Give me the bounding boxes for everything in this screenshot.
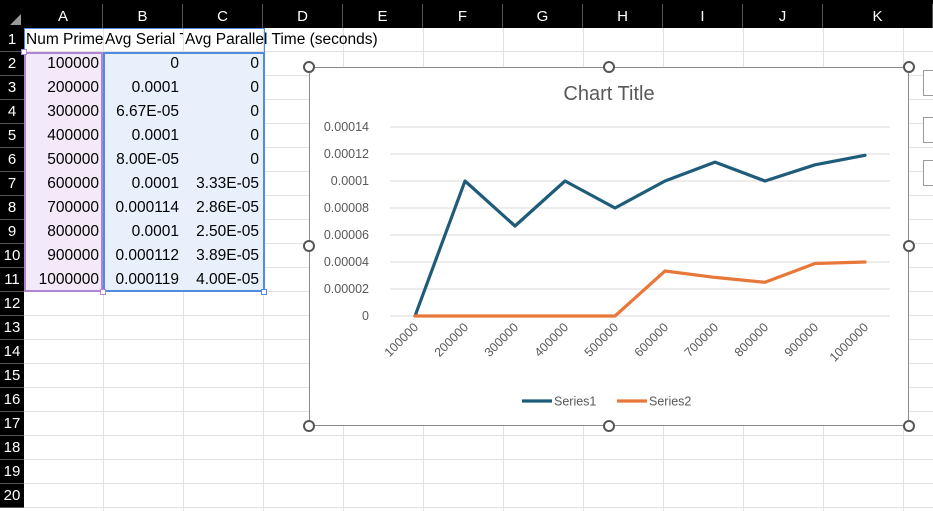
row-header-8[interactable]: 8 [0, 196, 24, 220]
row-header-17[interactable]: 17 [0, 412, 24, 436]
x-tick-label: 400000 [532, 320, 571, 359]
chart-resize-handle[interactable] [903, 240, 915, 252]
y-tick-label: 0.00014 [324, 120, 369, 134]
row-header-20[interactable]: 20 [0, 484, 24, 508]
y-tick-label: 0.00012 [324, 147, 369, 161]
spreadsheet-grid[interactable]: ABCDEFGHIJK 1 2 3 4 5 6 7 8 9 10 11 12 13 14 15 16 17 18 1… [0, 0, 933, 511]
column-header-k[interactable]: K [823, 4, 933, 28]
chart-styles-button[interactable] [923, 117, 933, 143]
selection-border-primary [103, 52, 265, 292]
row-header-11[interactable]: 11 [0, 268, 24, 292]
x-tick-label: 800000 [732, 320, 771, 359]
row-header-9[interactable]: 9 [0, 220, 24, 244]
y-tick-label: 0.0001 [331, 174, 369, 188]
column-header-f[interactable]: F [423, 4, 503, 28]
line-chart[interactable]: Chart Title 0 0.00002 0.00004 0.00006 0.00008… [309, 67, 909, 426]
row-header-4[interactable]: 4 [0, 100, 24, 124]
cell-a1[interactable]: Num Primes [24, 28, 103, 52]
select-all-corner[interactable] [0, 4, 24, 28]
y-tick-label: 0.00002 [324, 282, 369, 296]
resize-handle[interactable] [261, 289, 267, 295]
row-header-16[interactable]: 16 [0, 388, 24, 412]
selection-border-secondary [24, 52, 103, 292]
legend-label: Series1 [554, 395, 596, 409]
resize-handle[interactable] [21, 49, 27, 55]
row-header-3[interactable]: 3 [0, 76, 24, 100]
row-header-6[interactable]: 6 [0, 148, 24, 172]
chart-title: Chart Title [563, 83, 654, 105]
x-tick-label: 200000 [432, 320, 471, 359]
column-header-g[interactable]: G [503, 4, 583, 28]
column-header-i[interactable]: I [663, 4, 743, 28]
gridline [24, 483, 933, 484]
resize-handle[interactable] [100, 289, 106, 295]
row-header-5[interactable]: 5 [0, 124, 24, 148]
x-tick-label: 700000 [682, 320, 721, 359]
row-header-19[interactable]: 19 [0, 460, 24, 484]
row-header-18[interactable]: 18 [0, 436, 24, 460]
column-header-d[interactable]: D [263, 4, 343, 28]
chart-plot-svg: Chart Title 0 0.00002 0.00004 0.00006 0.00008… [324, 83, 890, 409]
gridline [24, 435, 933, 436]
row-header-12[interactable]: 12 [0, 292, 24, 316]
row-header-15[interactable]: 15 [0, 364, 24, 388]
x-tick-label: 500000 [582, 320, 621, 359]
chart-resize-handle[interactable] [903, 61, 915, 73]
row-header-13[interactable]: 13 [0, 316, 24, 340]
chart-filters-button[interactable] [923, 160, 933, 186]
gridline [24, 459, 933, 460]
gridline [24, 507, 933, 508]
chart-resize-handle[interactable] [303, 240, 315, 252]
x-tick-label: 1000000 [827, 320, 871, 364]
row-header-7[interactable]: 7 [0, 172, 24, 196]
column-header-h[interactable]: H [583, 4, 663, 28]
x-tick-label: 100000 [382, 320, 421, 359]
chart-resize-handle[interactable] [303, 61, 315, 73]
column-header-j[interactable]: J [743, 4, 823, 28]
x-tick-label: 900000 [782, 320, 821, 359]
y-tick-label: 0.00004 [324, 255, 369, 269]
y-tick-label: 0.00008 [324, 201, 369, 215]
y-tick-label: 0.00006 [324, 228, 369, 242]
column-header-a[interactable]: A [24, 4, 103, 28]
row-header-14[interactable]: 14 [0, 340, 24, 364]
chart-resize-handle[interactable] [603, 420, 615, 432]
cell-c1[interactable]: Avg Parallel Time (seconds) [183, 28, 583, 52]
row-header-2[interactable]: 2 [0, 52, 24, 76]
column-header-e[interactable]: E [343, 4, 423, 28]
x-tick-label: 300000 [482, 320, 521, 359]
column-header-c[interactable]: C [183, 4, 263, 28]
cell-b1[interactable]: Avg Serial Time (seconds) [103, 28, 183, 52]
chart-resize-handle[interactable] [303, 420, 315, 432]
row-header-10[interactable]: 10 [0, 244, 24, 268]
chart-resize-handle[interactable] [903, 420, 915, 432]
legend-label: Series2 [649, 395, 691, 409]
chart-elements-button[interactable] [923, 70, 933, 96]
column-header-b[interactable]: B [103, 4, 183, 28]
chart-resize-handle[interactable] [603, 61, 615, 73]
y-tick-label: 0 [362, 309, 369, 323]
x-tick-label: 600000 [632, 320, 671, 359]
